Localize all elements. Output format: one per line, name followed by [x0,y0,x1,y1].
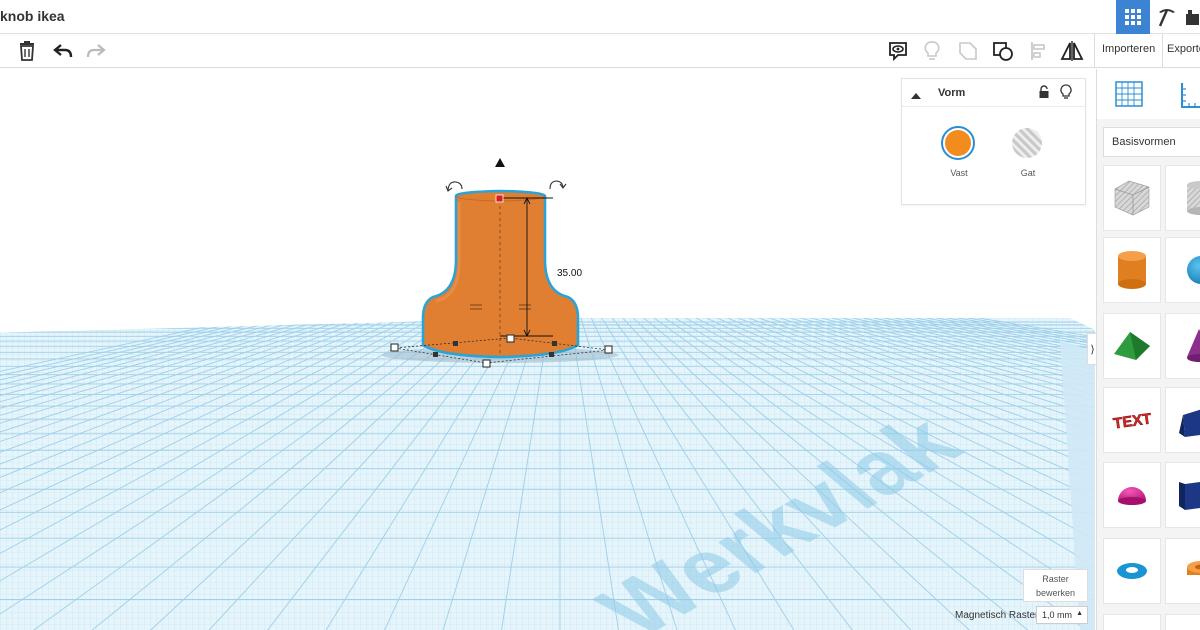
ruler-icon[interactable] [1179,81,1200,114]
mirror-icon[interactable] [1059,38,1085,64]
shape-sphere[interactable] [1165,237,1200,303]
note-icon[interactable] [885,38,911,64]
shape-tube[interactable] [1165,538,1200,604]
shape-roof[interactable] [1103,313,1161,379]
shape-half-sphere[interactable] [1103,462,1161,528]
lock-icon[interactable] [1038,85,1050,104]
title-bar: knob ikea [0,0,1200,34]
hole-label: Gat [1020,168,1036,178]
import-button[interactable]: Importeren [1102,43,1155,55]
library-category-select[interactable]: Basisvormen [1103,127,1200,157]
workplane-icon[interactable] [1113,79,1145,114]
shape-cylinder-hole[interactable] [1165,165,1200,231]
edit-grid-label-2: bewerken [1035,588,1076,598]
shape-library: Basisvormen TEXT [1096,69,1200,630]
shape-tile-partial[interactable] [1165,614,1200,630]
shape-panel-title: Vorm [938,87,966,99]
align-icon[interactable] [1026,38,1052,64]
snap-grid-select[interactable]: 1,0 mm ▲ [1036,606,1088,624]
toolbar-divider [1162,34,1163,68]
toolbar: Importeren Exporte [0,34,1200,68]
toolbar-divider [1094,34,1095,68]
tinkercad-editor: knob ikea Importeren Export Werkvlak 35.… [0,0,1200,630]
library-header [1097,69,1200,119]
shape-panel: Vorm Vast Gat [901,78,1086,205]
caret-up-icon: ▲ [1076,610,1083,617]
shape-panel-header: Vorm [902,79,1085,107]
edit-grid-label-1: Raster [1042,574,1069,584]
height-value[interactable]: 35.00 [555,268,585,279]
shape-box[interactable] [1165,462,1200,528]
edit-grid-button[interactable]: Raster bewerken [1023,569,1088,602]
solid-color-fill [945,130,971,156]
solid-label: Vast [950,168,968,178]
pickaxe-icon[interactable] [1150,0,1184,34]
collapse-icon[interactable] [911,87,921,99]
shape-cone[interactable] [1165,313,1200,379]
shape-wedge[interactable] [1165,387,1200,453]
brick-icon[interactable] [1184,0,1200,34]
svg-text:TEXT: TEXT [1112,410,1152,432]
bulb-icon[interactable] [1060,84,1072,105]
ungroup-icon[interactable] [990,38,1016,64]
trash-icon[interactable] [14,38,40,64]
export-button[interactable]: Exporte [1167,43,1200,55]
shape-text[interactable]: TEXT [1103,387,1161,453]
hole-swatch[interactable] [1012,128,1042,158]
shape-cylinder[interactable] [1103,237,1161,303]
lift-arrow-icon[interactable] [495,158,505,167]
rotate-right-icon[interactable] [549,180,567,190]
solid-swatch[interactable] [941,126,975,160]
redo-icon[interactable] [83,38,109,64]
snap-grid-value: 1,0 mm [1042,610,1073,620]
undo-icon[interactable] [50,38,76,64]
bulb-icon[interactable] [919,38,945,64]
shape-tile-partial[interactable] [1103,614,1161,630]
group-icon[interactable] [955,38,981,64]
shape-box-hole[interactable] [1103,165,1161,231]
grid-view-icon[interactable] [1116,0,1150,34]
snap-grid-label: Magnetisch Raster [955,610,1039,621]
shape-torus[interactable] [1103,538,1161,604]
copy-icon[interactable] [0,38,4,64]
rotate-left-icon[interactable] [445,181,463,192]
design-title[interactable]: knob ikea [0,8,65,24]
